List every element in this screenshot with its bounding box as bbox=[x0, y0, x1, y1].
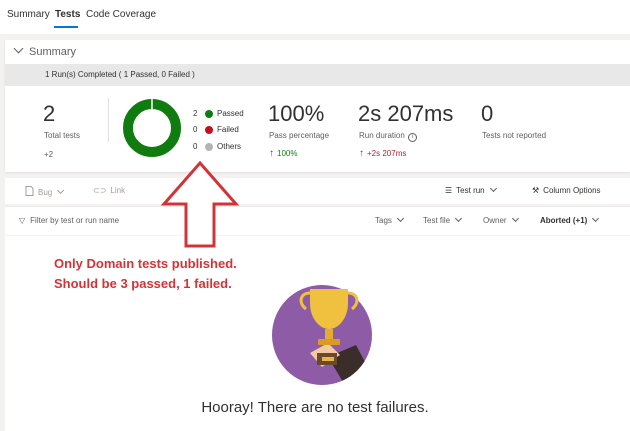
chevron-down-icon bbox=[489, 184, 497, 193]
run-duration-label: Run duration i bbox=[359, 131, 417, 142]
wrench-icon: ⚒ bbox=[532, 186, 540, 195]
summary-heading: Summary bbox=[29, 46, 77, 58]
filter-bar: ▽ Filter by test or run name Tags Test fi… bbox=[5, 206, 630, 235]
results-toolbar: Bug ⊂⊃ Link ☰ Test run ⚒ Column Options bbox=[5, 178, 630, 204]
empty-state-message: Hooray! There are no test failures. bbox=[201, 399, 429, 416]
column-options-label: Column Options bbox=[543, 186, 601, 195]
chevron-down-icon bbox=[511, 214, 519, 223]
not-reported-label: Tests not reported bbox=[482, 131, 547, 140]
total-tests-delta: +2 bbox=[44, 150, 54, 159]
link-label: Link bbox=[110, 186, 126, 195]
arrow-up-icon: ↑ bbox=[359, 148, 364, 159]
summary-toggle[interactable]: Summary bbox=[13, 43, 77, 58]
divider bbox=[108, 98, 109, 142]
chevron-down-icon bbox=[396, 214, 404, 223]
link-icon: ⊂⊃ bbox=[93, 186, 107, 195]
info-icon[interactable]: i bbox=[407, 133, 417, 142]
annotation-line-1: Only Domain tests published. bbox=[54, 256, 237, 271]
passed-count: 2 bbox=[193, 109, 198, 118]
test-run-label: Test run bbox=[456, 186, 485, 195]
failed-dot-icon bbox=[205, 126, 213, 134]
tags-filter-label: Tags bbox=[375, 216, 392, 225]
annotation-text: Only Domain tests published. Should be 3… bbox=[54, 254, 237, 294]
pass-percentage-value: 100% bbox=[268, 101, 325, 126]
bug-label: Bug bbox=[38, 188, 53, 197]
tab-code-coverage[interactable]: Code Coverage bbox=[86, 9, 156, 20]
outcome-filter-label: Aborted (+1) bbox=[540, 216, 588, 225]
failed-label: Failed bbox=[217, 125, 239, 134]
arrow-up-icon: ↑ bbox=[269, 148, 274, 159]
document-icon bbox=[25, 186, 34, 196]
outcome-donut-chart bbox=[123, 99, 181, 157]
outcome-filter[interactable]: Aborted (+1) bbox=[540, 214, 600, 225]
run-duration-delta: ↑ +2s 207ms bbox=[359, 148, 406, 159]
tab-bar: Summary Tests Code Coverage bbox=[0, 0, 630, 34]
owner-filter-label: Owner bbox=[483, 216, 507, 225]
run-duration-delta-text: +2s 207ms bbox=[367, 149, 407, 158]
total-tests-label: Total tests bbox=[44, 131, 81, 140]
filter-icon: ▽ bbox=[19, 216, 26, 225]
others-count: 0 bbox=[193, 142, 198, 151]
pass-percentage-delta-text: 100% bbox=[277, 149, 298, 158]
bug-button[interactable]: Bug bbox=[25, 186, 65, 197]
test-file-filter-label: Test file bbox=[423, 216, 451, 225]
chevron-down-icon bbox=[455, 214, 463, 223]
chevron-down-icon bbox=[57, 186, 65, 195]
active-tab-indicator bbox=[54, 26, 78, 28]
list-icon: ☰ bbox=[445, 186, 453, 195]
not-reported-value: 0 bbox=[481, 101, 494, 126]
total-tests-value: 2 bbox=[43, 101, 56, 126]
pass-percentage-delta: ↑ 100% bbox=[269, 148, 297, 159]
run-duration-value: 2s 207ms bbox=[358, 101, 454, 126]
run-status-text: 1 Run(s) Completed ( 1 Passed, 0 Failed … bbox=[45, 70, 195, 79]
run-duration-label-text: Run duration bbox=[359, 131, 405, 140]
trophy-icon bbox=[272, 285, 372, 385]
chevron-down-icon bbox=[592, 214, 600, 223]
owner-filter[interactable]: Owner bbox=[483, 214, 519, 225]
failed-count: 0 bbox=[193, 125, 198, 134]
test-file-filter[interactable]: Test file bbox=[423, 214, 463, 225]
filter-input[interactable]: ▽ Filter by test or run name bbox=[19, 216, 119, 225]
others-dot-icon bbox=[205, 143, 213, 151]
test-run-button[interactable]: ☰ Test run bbox=[445, 184, 497, 195]
passed-label: Passed bbox=[217, 109, 244, 118]
tab-summary[interactable]: Summary bbox=[7, 9, 50, 20]
passed-dot-icon bbox=[205, 110, 213, 118]
chevron-down-icon bbox=[13, 43, 24, 54]
column-options-button[interactable]: ⚒ Column Options bbox=[532, 186, 601, 195]
others-label: Others bbox=[217, 142, 242, 151]
tags-filter[interactable]: Tags bbox=[375, 214, 404, 225]
tab-tests[interactable]: Tests bbox=[55, 9, 80, 20]
run-status-bar: 1 Run(s) Completed ( 1 Passed, 0 Failed … bbox=[5, 64, 630, 86]
annotation-line-2: Should be 3 passed, 1 failed. bbox=[54, 276, 232, 291]
pass-percentage-label: Pass percentage bbox=[269, 131, 330, 140]
annotation-arrow-icon bbox=[160, 160, 240, 248]
filter-placeholder: Filter by test or run name bbox=[30, 216, 120, 225]
link-button[interactable]: ⊂⊃ Link bbox=[93, 186, 125, 195]
